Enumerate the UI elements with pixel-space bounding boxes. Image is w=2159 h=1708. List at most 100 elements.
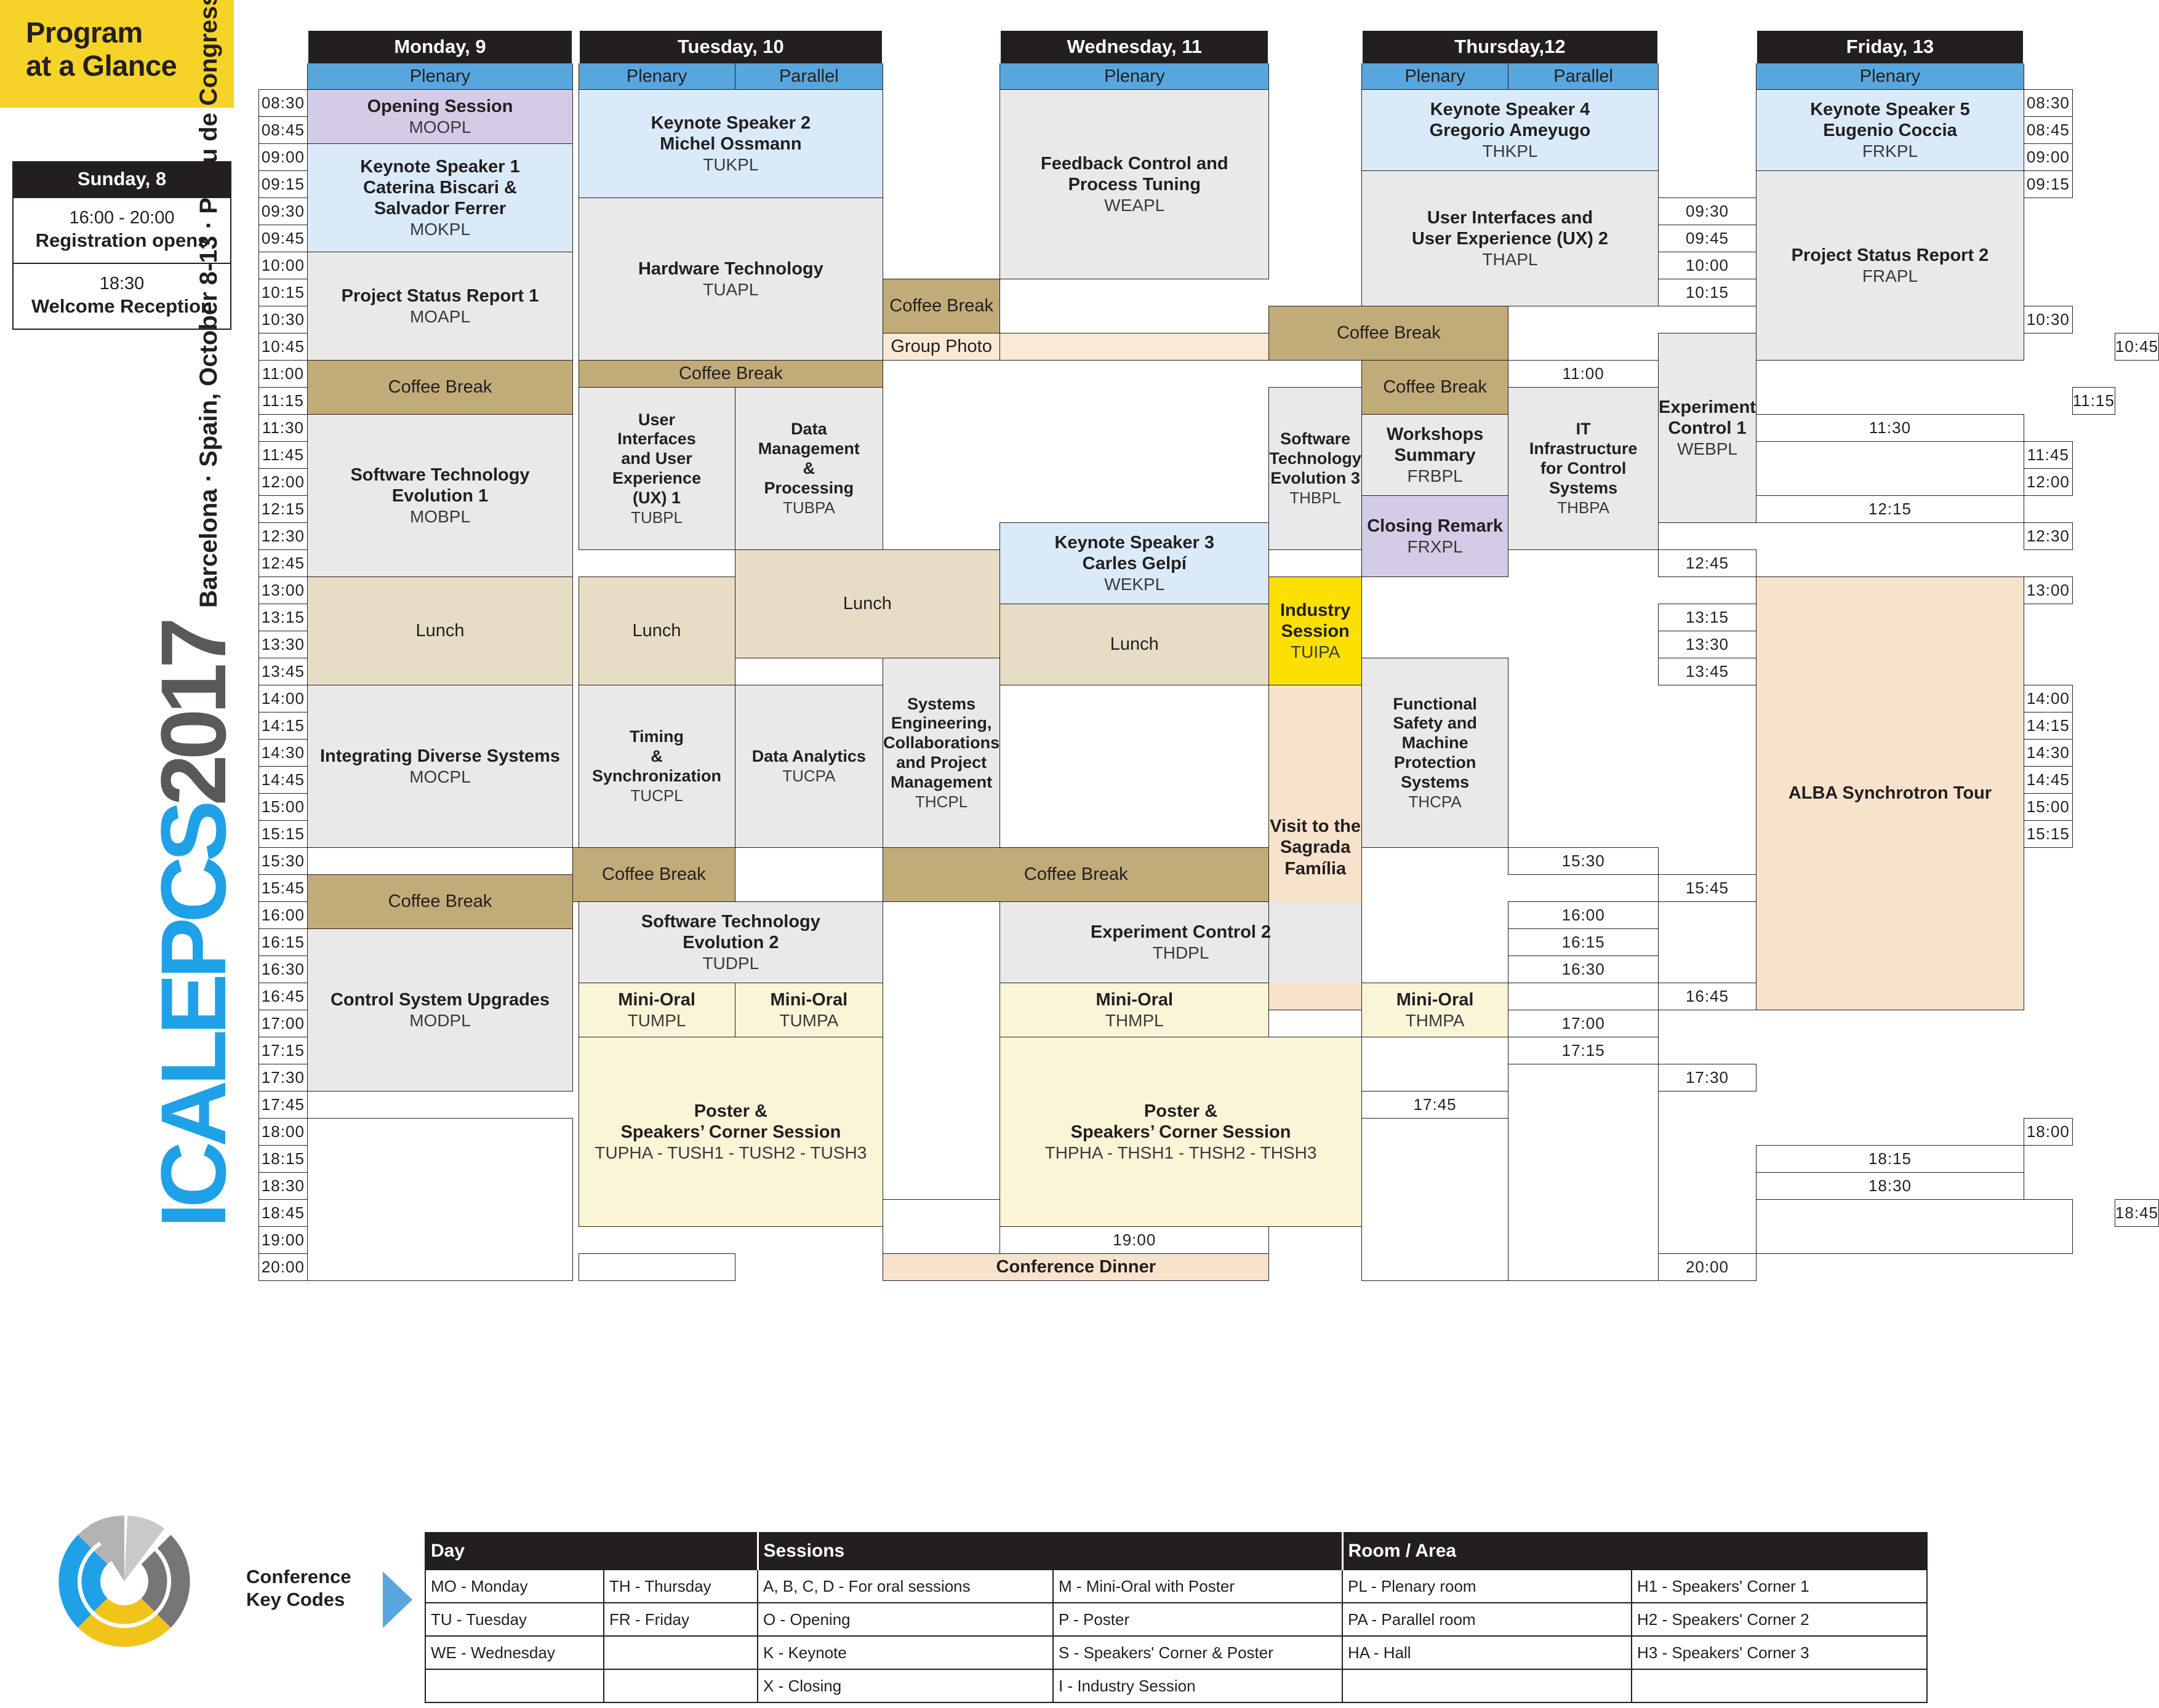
time-right-1815: 18:15 <box>1755 1145 2024 1173</box>
session-mo-psr1[interactable]: Project Status Report 1 MOAPL <box>306 252 574 361</box>
session-title-line4: Experience <box>612 469 702 488</box>
session-mo-ste1[interactable]: Software Technology Evolution 1 MOBPL <box>306 414 574 577</box>
day-header-friday: Friday, 13 <box>1755 31 2025 63</box>
session-tu-timing-sync[interactable]: Timing & Synchronization TUCPL <box>578 685 735 848</box>
session-th-ux2[interactable]: User Interfaces and User Experience (UX)… <box>1361 170 1659 306</box>
spacer <box>1268 198 1362 225</box>
key-day-empty <box>603 1635 758 1670</box>
session-tu-mini-oral-parallel[interactable]: Mini-Oral TUMPA <box>734 983 884 1037</box>
session-tu-industry[interactable]: Industry Session TUIPA <box>1268 577 1362 685</box>
time-right-1045: 10:45 <box>2114 333 2159 361</box>
key-room-corner2: H2 - Speakers' Corner 2 <box>1631 1602 1928 1637</box>
time-left-1015: 10:15 <box>258 279 308 306</box>
break-mo-lunch: Lunch <box>306 577 574 685</box>
session-title-line1: Systems <box>907 694 976 713</box>
friday-empty-evening <box>1508 1064 1659 1281</box>
time-right-1300: 13:00 <box>2023 577 2073 604</box>
event-fr-alba-tour[interactable]: ALBA Synchrotron Tour <box>1755 577 2024 1010</box>
session-fr-workshops-summary[interactable]: Workshops Summary FRBPL <box>1361 414 1509 496</box>
time-left-1630: 16:30 <box>258 956 308 983</box>
session-th-it-infrastructure[interactable]: IT Infrastructure for Control Systems TH… <box>1508 387 1659 550</box>
session-mo-integrating-diverse-systems[interactable]: Integrating Diverse Systems MOCPL <box>306 685 574 848</box>
spacer <box>572 333 579 361</box>
key-day-thursday: TH - Thursday <box>603 1569 758 1603</box>
session-fr-psr2[interactable]: Project Status Report 2 FRAPL <box>1755 170 2024 361</box>
session-th-mini-oral-plenary[interactable]: Mini-Oral THMPL <box>999 983 1270 1037</box>
spacer <box>999 495 1269 523</box>
session-title-line1: IT <box>1576 420 1591 439</box>
session-th-functional-safety[interactable]: Functional Safety and Machine Protection… <box>1361 658 1509 848</box>
time-right-1700: 17:00 <box>1508 1010 1659 1037</box>
session-code: MOAPL <box>409 307 471 327</box>
session-th-systems-engineering[interactable]: Systems Engineering, Collaborations and … <box>883 658 1001 848</box>
session-tu-ux1[interactable]: User Interfaces and User Experience (UX)… <box>578 387 735 550</box>
session-we-expctrl1[interactable]: Experiment Control 1 WEBPL <box>1658 333 1756 523</box>
session-fr-keynote5[interactable]: Keynote Speaker 5 Eugenio Coccia FRKPL <box>1755 89 2024 171</box>
break-th-coffee-1: Coffee Break <box>1268 306 1509 361</box>
spacer <box>883 414 1000 442</box>
spacer <box>883 522 1000 550</box>
spacer <box>999 306 1269 333</box>
session-tu-ste2[interactable]: Software Technology Evolution 2 TUDPL <box>578 901 884 983</box>
spacer <box>1658 306 1756 333</box>
break-we-coffee-1: Coffee Break <box>883 279 1001 333</box>
spacer <box>735 847 883 875</box>
session-tu-data-management[interactable]: Data Management & Processing TUBPA <box>734 387 884 550</box>
session-tu-poster-speakers-corner[interactable]: Poster & Speakers’ Corner Session TUPHA … <box>578 1037 884 1227</box>
session-th-ste3[interactable]: Software Technology Evolution 3 THBPL <box>1268 387 1362 550</box>
session-fr-closing-remark[interactable]: Closing Remark FRXPL <box>1361 495 1509 577</box>
session-tu-data-analytics[interactable]: Data Analytics TUCPA <box>734 685 884 848</box>
session-code: THBPA <box>1557 498 1610 517</box>
session-code: MOKPL <box>409 220 471 239</box>
key-session-mini-oral: M - Mini-Oral with Poster <box>1052 1569 1343 1603</box>
break-th-coffee-2: Coffee Break <box>883 847 1270 902</box>
spacer <box>883 1145 1000 1173</box>
spacer <box>1361 874 1508 902</box>
time-left-1645: 16:45 <box>258 983 308 1010</box>
spacer <box>1658 143 1756 171</box>
key-room-corner1: H1 - Speakers' Corner 1 <box>1631 1569 1928 1603</box>
spacer <box>883 1091 1000 1119</box>
spacer <box>883 170 1000 198</box>
session-th-mini-oral-parallel[interactable]: Mini-Oral THMPA <box>1361 983 1509 1037</box>
time-left-1730: 17:30 <box>258 1064 308 1091</box>
spacer <box>1268 360 1362 388</box>
session-th-keynote4[interactable]: Keynote Speaker 4 Gregorio Ameyugo THKPL <box>1361 89 1659 171</box>
spacer <box>572 89 579 117</box>
spacer <box>1658 766 1756 794</box>
spacer <box>999 685 1269 712</box>
time-right-1330: 13:30 <box>1658 631 1756 658</box>
spacer <box>2024 63 2073 90</box>
spacer <box>572 1172 579 1200</box>
spacer <box>735 658 883 685</box>
time-right-1015: 10:15 <box>1658 279 1756 306</box>
spacer <box>307 847 573 875</box>
conference-key-codes-label: Conference Key Codes <box>246 1566 375 1611</box>
session-tu-mini-oral-plenary[interactable]: Mini-Oral TUMPL <box>578 983 735 1037</box>
session-mo-control-system-upgrades[interactable]: Control System Upgrades MODPL <box>306 928 574 1091</box>
session-we-keynote3[interactable]: Keynote Speaker 3 Carles Gelpí WEKPL <box>999 522 1270 604</box>
session-mo-keynote1[interactable]: Keynote Speaker 1 Caterina Biscari & Sal… <box>306 143 574 252</box>
time-left-1515: 15:15 <box>258 820 308 848</box>
spacer <box>1361 604 1508 631</box>
schedule-row: 11:30 Software Technology Evolution 1 MO… <box>258 414 2159 577</box>
session-code: THMPA <box>1405 1011 1465 1031</box>
session-title: Keynote Speaker 5 <box>1810 99 1970 119</box>
session-title-line4: Processing <box>764 479 854 498</box>
session-mo-opening[interactable]: Opening Session MOOPL <box>306 89 574 144</box>
session-code: FRAPL <box>1862 266 1918 286</box>
session-title-line1: Poster & <box>1144 1101 1218 1121</box>
spacer <box>1658 116 1756 144</box>
session-we-feedback[interactable]: Feedback Control and Process Tuning WEAP… <box>999 89 1270 279</box>
key-room-plenary: PL - Plenary room <box>1342 1569 1632 1603</box>
schedule-room-header-row: Plenary Plenary Parallel Plenary Plenary… <box>258 63 2159 90</box>
session-tu-hardware[interactable]: Hardware Technology TUAPL <box>578 198 884 361</box>
session-tu-keynote2[interactable]: Keynote Speaker 2 Michel Ossmann TUKPL <box>578 89 884 198</box>
session-title: Integrating Diverse Systems <box>319 746 561 766</box>
event-th-conference-dinner[interactable]: Conference Dinner <box>883 1253 1270 1281</box>
spacer <box>572 1253 579 1281</box>
session-th-poster-speakers-corner[interactable]: Poster & Speakers’ Corner Session THPHA … <box>999 1037 1362 1227</box>
break-label: Coffee Break <box>1383 377 1487 397</box>
spacer <box>572 549 579 577</box>
session-th-expctrl2[interactable]: Experiment Control 2 THDPL <box>999 901 1362 983</box>
